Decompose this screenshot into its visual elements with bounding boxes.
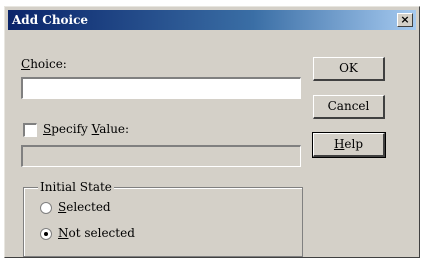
selected-radio[interactable] [40,202,52,214]
dialog-title: Add Choice [12,13,89,27]
specify-value-label: Specify Value: [43,122,130,136]
choice-input[interactable] [21,77,301,99]
title-bar[interactable]: Add Choice × [8,10,416,30]
value-input[interactable] [21,145,301,167]
selected-label: Selected [58,200,111,214]
cancel-button[interactable]: Cancel [313,95,385,119]
not-selected-radio[interactable] [40,228,52,240]
not-selected-label: Not selected [58,226,135,240]
radio-dot-icon [44,232,48,236]
close-icon[interactable]: × [397,13,413,27]
add-choice-dialog: Add Choice × Choice: Specify Value: Init… [4,6,420,258]
specify-value-checkbox[interactable] [23,123,37,137]
initial-state-title: Initial State [38,180,114,194]
help-button[interactable]: Help [312,132,386,158]
ok-button[interactable]: OK [313,57,385,81]
choice-label: Choice: [21,57,67,71]
initial-state-group: Initial State Selected Not selected [23,180,303,257]
